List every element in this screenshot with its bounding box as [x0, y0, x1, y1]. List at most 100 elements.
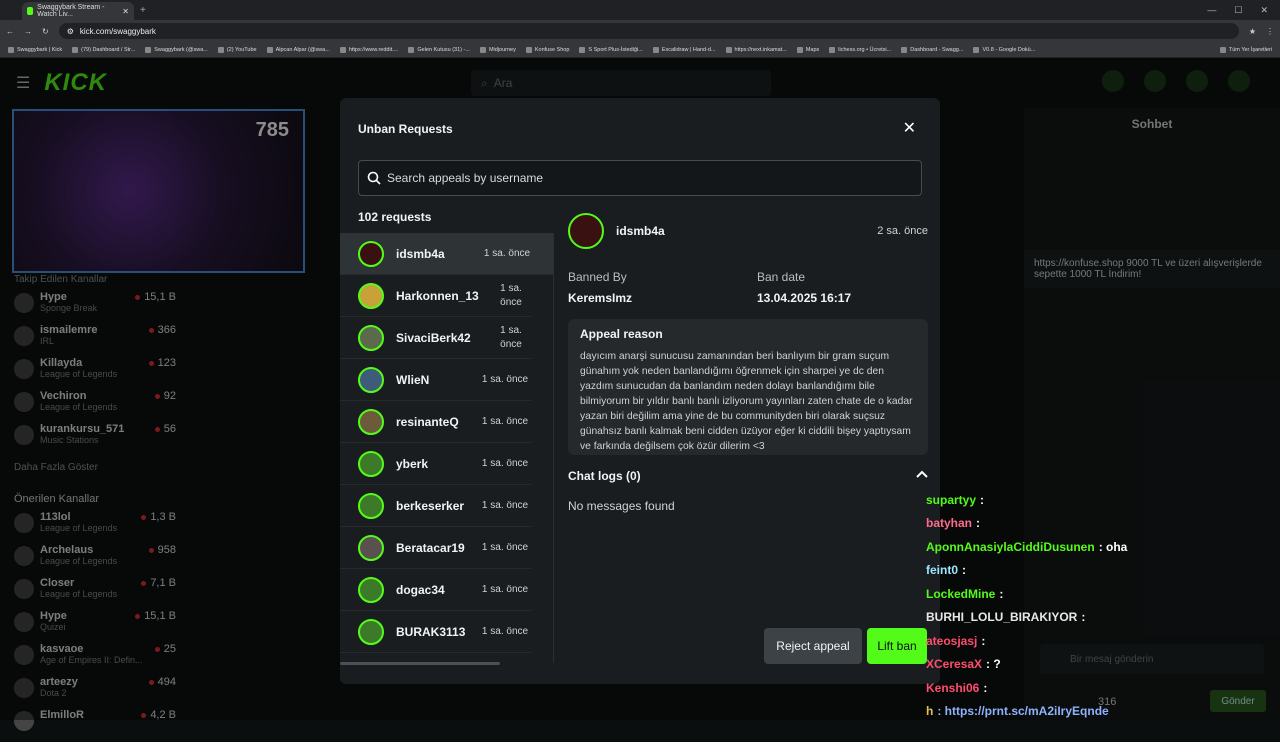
bookmark-label: Swaggybark | Kick — [17, 46, 63, 53]
bookmark-item[interactable]: https://www.reddit.... — [339, 46, 399, 53]
overlay-chat-line: ateosjasj: — [926, 629, 1226, 653]
overlay-chat-line: BURHI_LOLU_BIRAKIYOR: — [926, 606, 1226, 630]
bookmark-label: https://www.reddit.... — [348, 46, 399, 53]
request-username: idsmb4a — [396, 246, 445, 261]
url-text: kick.com/swaggybark — [79, 26, 156, 36]
bookmark-star-icon[interactable]: ★ — [1249, 27, 1256, 36]
request-time: 1 sa. önce — [481, 499, 529, 511]
bookmark-item[interactable]: Swaggybark | Kick — [8, 46, 63, 53]
search-input[interactable] — [387, 171, 907, 185]
appeal-reason-box: Appeal reason dayıcım anarşi sunucusu za… — [568, 319, 928, 455]
ban-date-label: Ban date — [757, 270, 806, 284]
bookmark-item[interactable]: Swaggybark (@swa... — [145, 46, 208, 53]
tab-title: Swaggybark Stream - Watch Liv... — [37, 4, 105, 18]
chat-message: : — [999, 586, 1004, 601]
bookmark-item[interactable]: Konfuse Shop — [525, 46, 569, 53]
new-tab-icon[interactable]: + — [140, 5, 146, 16]
bookmark-favicon-icon — [579, 46, 586, 53]
chat-logs-label[interactable]: Chat logs (0) — [568, 469, 641, 483]
bookmark-favicon-icon — [525, 46, 532, 53]
request-username: yberk — [396, 456, 429, 471]
minimize-icon[interactable]: — — [1207, 5, 1216, 16]
appeal-search[interactable] — [358, 160, 922, 196]
chat-message: : — [981, 633, 986, 648]
avatar — [358, 408, 384, 435]
request-time: 1 sa. önce — [481, 415, 529, 427]
list-item[interactable]: SivaciBerk42 1 sa. önce — [340, 317, 531, 359]
avatar — [358, 492, 384, 519]
chat-username: feint0 — [926, 563, 959, 578]
ban-date-value: 13.04.2025 16:17 — [757, 291, 852, 305]
browser-tab[interactable]: Swaggybark Stream - Watch Liv... ✕ — [22, 2, 134, 20]
bookmark-favicon-icon — [796, 46, 803, 53]
appeal-reason-label: Appeal reason — [580, 327, 663, 341]
request-list: idsmb4a 1 sa. önce Harkonnen_13 1 sa. önce S… — [340, 233, 554, 663]
chat-username: ateosjasj — [926, 633, 978, 648]
browser-menu-icon[interactable]: ⋮ — [1266, 27, 1274, 36]
request-time: 1 sa. önce — [481, 583, 529, 595]
url-field[interactable]: ⚙ kick.com/swaggybark — [58, 23, 1239, 39]
reload-icon[interactable]: ↻ — [42, 27, 49, 36]
request-username: BURAK3113 — [396, 624, 466, 639]
request-time: 1 sa. önce — [481, 457, 529, 469]
request-username: resinanteQ — [396, 414, 459, 429]
bookmark-label: lichess.org • Ücretsi... — [838, 46, 892, 53]
chat-username: batyhan — [926, 516, 973, 531]
bookmark-item[interactable]: Dashboard - Swagg... — [901, 46, 963, 53]
bookmark-item[interactable]: Tüm Yer İşaretleri — [1219, 46, 1272, 53]
bookmark-label: https://next.inkamat... — [734, 46, 787, 53]
bookmark-item[interactable]: lichess.org • Ücretsi... — [829, 46, 892, 53]
chat-username: supartyy — [926, 492, 977, 507]
list-item[interactable]: BURAK3113 1 sa. önce — [340, 611, 531, 653]
avatar — [358, 618, 384, 645]
tab-close-icon[interactable]: ✕ — [122, 7, 129, 16]
request-time: 1 sa. önce — [500, 324, 522, 350]
list-item[interactable]: berkeserker 1 sa. önce — [340, 485, 531, 527]
bookmark-item[interactable]: https://next.inkamat... — [725, 46, 787, 53]
site-info-icon[interactable]: ⚙ — [67, 27, 74, 36]
bookmark-item[interactable]: (79) Dashboard / Str... — [72, 46, 135, 53]
chat-username: LockedMine — [926, 586, 996, 601]
list-item[interactable]: resinanteQ 1 sa. önce — [340, 401, 531, 443]
back-icon[interactable]: ← — [6, 27, 14, 36]
appeal-reason-text: dayıcım anarşi sunucusu zamanından beri … — [580, 351, 913, 452]
bookmark-item[interactable]: Midjourney — [479, 46, 516, 53]
list-item[interactable]: dogac34 1 sa. önce — [340, 569, 531, 611]
appeal-username[interactable]: idsmb4a — [616, 224, 665, 238]
window-close-icon[interactable]: ✕ — [1260, 5, 1268, 16]
bookmark-item[interactable]: Maps — [796, 46, 819, 53]
overlay-chat-line: Kenshi06: — [926, 676, 1226, 700]
lift-ban-button[interactable]: Lift ban — [867, 628, 927, 664]
chat-username: Kenshi06 — [926, 680, 980, 695]
chat-username: h — [926, 704, 934, 719]
list-item[interactable]: idsmb4a 1 sa. önce — [340, 233, 553, 275]
bookmark-label: Midjourney — [488, 46, 516, 53]
request-username: berkeserker — [396, 498, 465, 513]
list-item[interactable]: Harkonnen_13 1 sa. önce — [340, 275, 531, 317]
overlay-chat-line: h: https://prnt.sc/mA2iIryEqnde — [926, 700, 1226, 724]
list-scrollbar[interactable] — [340, 662, 500, 665]
chevron-up-icon[interactable] — [916, 467, 928, 481]
reject-appeal-button[interactable]: Reject appeal — [764, 628, 862, 664]
list-item[interactable]: WlieN 1 sa. önce — [340, 359, 531, 401]
forward-icon[interactable]: → — [24, 27, 32, 36]
list-item[interactable]: yberk 1 sa. önce — [340, 443, 531, 485]
bookmark-item[interactable]: S Sport Plus-İstediği... — [579, 46, 643, 53]
maximize-icon[interactable]: ☐ — [1234, 5, 1242, 16]
bookmark-item[interactable]: Excalidraw | Hand-d... — [652, 46, 716, 53]
bookmark-item[interactable]: V0.8 - Google Dokü... — [973, 46, 1035, 53]
list-item[interactable]: Beratacar19 1 sa. önce — [340, 527, 531, 569]
avatar — [358, 324, 384, 351]
bookmark-item[interactable]: Alpcan Alpar (@swa... — [266, 46, 330, 53]
bookmark-item[interactable]: (2) YouTube — [217, 46, 257, 53]
bookmark-label: S Sport Plus-İstediği... — [588, 46, 643, 53]
request-username: Beratacar19 — [396, 540, 465, 555]
bookmark-item[interactable]: Gelen Kutusu (31) -... — [408, 46, 470, 53]
bookmark-favicon-icon — [408, 46, 415, 53]
unban-requests-modal: Unban Requests ✕ 102 requests idsmb4a 1 s… — [340, 98, 940, 684]
close-icon[interactable]: ✕ — [903, 118, 916, 138]
avatar — [358, 240, 384, 267]
browser-tabstrip: Swaggybark Stream - Watch Liv... ✕ + — ☐… — [0, 0, 1280, 20]
bookmark-label: Tüm Yer İşaretleri — [1228, 46, 1272, 53]
avatar — [358, 366, 384, 393]
